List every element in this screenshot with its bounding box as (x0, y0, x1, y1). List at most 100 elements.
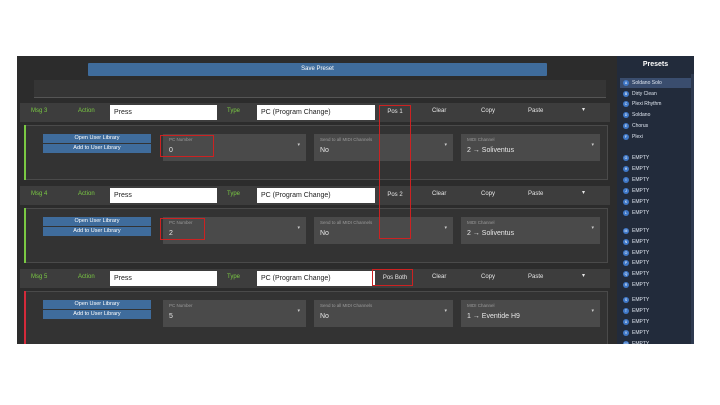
preset-item[interactable]: L EMPTY (620, 208, 692, 218)
preset-item[interactable]: V EMPTY (620, 328, 692, 338)
preset-letter-badge: N (623, 238, 629, 245)
preset-item[interactable]: B Dirty Clean (620, 89, 692, 99)
preset-name: Soldano Solo (632, 80, 662, 86)
preset-name: EMPTY (632, 308, 650, 314)
preset-item[interactable]: H EMPTY (620, 164, 692, 174)
preset-item[interactable]: J EMPTY (620, 186, 692, 196)
add-to-user-library-button[interactable]: Add to User Library (43, 227, 151, 236)
type-field[interactable]: PC (Program Change) (257, 188, 375, 203)
type-label: Type (227, 274, 241, 280)
chevron-down-icon[interactable]: ▾ (582, 189, 585, 196)
preset-letter-badge: O (623, 249, 629, 256)
preset-letter-badge: M (623, 227, 629, 234)
preset-item[interactable]: I EMPTY (620, 175, 692, 185)
preset-item[interactable]: F Plexi (620, 132, 692, 142)
send-all-channels-select[interactable]: Send to all MIDI Channels No ▾ (314, 300, 453, 327)
preset-name: Chorus (632, 123, 649, 129)
preset-item[interactable]: E Chorus (620, 121, 692, 131)
preset-item[interactable]: N EMPTY (620, 237, 692, 247)
type-field[interactable]: PC (Program Change) (257, 271, 375, 286)
preset-letter-badge: D (623, 111, 629, 118)
preset-letter-badge: P (623, 259, 629, 266)
action-field[interactable]: Press (110, 188, 217, 203)
type-field[interactable]: PC (Program Change) (257, 105, 375, 120)
open-user-library-button[interactable]: Open User Library (43, 217, 151, 226)
preset-item[interactable]: D Soldano (620, 110, 692, 120)
preset-item[interactable]: R EMPTY (620, 280, 692, 290)
add-to-user-library-button[interactable]: Add to User Library (43, 310, 151, 319)
preset-item[interactable]: P EMPTY (620, 258, 692, 268)
clear-button[interactable]: Clear (432, 274, 446, 280)
midi-channel-label: MIDI Channel (467, 137, 495, 142)
send-all-channels-select[interactable]: Send to all MIDI Channels No ▾ (314, 217, 453, 244)
paste-button[interactable]: Paste (528, 274, 543, 280)
preset-name: Soldano (632, 112, 651, 118)
preset-letter-badge: T (623, 307, 629, 314)
presets-scrollbar[interactable] (691, 74, 694, 344)
preset-item[interactable]: S EMPTY (620, 295, 692, 305)
preset-item[interactable]: O EMPTY (620, 248, 692, 258)
preset-letter-badge: C (623, 100, 629, 107)
type-label: Type (227, 108, 241, 114)
midi-channel-label: MIDI Channel (467, 303, 495, 308)
preset-item[interactable]: A Soldano Solo (620, 78, 692, 88)
preset-letter-badge: A (623, 79, 629, 86)
preset-name: EMPTY (632, 297, 650, 303)
message-label: Msg 4 (31, 191, 48, 197)
preset-item[interactable]: K EMPTY (620, 197, 692, 207)
paste-button[interactable]: Paste (528, 108, 543, 114)
preset-name: EMPTY (632, 239, 650, 245)
message-body-5: Open User Library Add to User Library PC… (24, 291, 608, 344)
pc-number-label: PC Number (169, 220, 193, 225)
chevron-down-icon: ▾ (444, 308, 447, 314)
pc-number-label: PC Number (169, 137, 193, 142)
pc-number-select[interactable]: PC Number 5 ▾ (163, 300, 306, 327)
preset-letter-badge: L (623, 209, 629, 216)
chevron-down-icon: ▾ (444, 225, 447, 231)
preset-item[interactable]: W EMPTY (620, 339, 692, 344)
copy-button[interactable]: Copy (481, 274, 495, 280)
action-field[interactable]: Press (110, 271, 217, 286)
copy-button[interactable]: Copy (481, 191, 495, 197)
pc-number-value: 5 (169, 313, 173, 320)
send-all-label: Send to all MIDI Channels (320, 137, 373, 142)
open-user-library-button[interactable]: Open User Library (43, 134, 151, 143)
clear-button[interactable]: Clear (432, 108, 446, 114)
preset-name: EMPTY (632, 250, 650, 256)
preset-letter-badge: J (623, 187, 629, 194)
preset-letter-badge: R (623, 281, 629, 288)
midi-channel-select[interactable]: MIDI Channel 1 → Eventide H9 ▾ (461, 300, 600, 327)
chevron-down-icon[interactable]: ▾ (582, 106, 585, 113)
pc-number-select[interactable]: PC Number 2 ▾ (163, 217, 306, 244)
preset-item[interactable]: M EMPTY (620, 226, 692, 236)
copy-button[interactable]: Copy (481, 108, 495, 114)
preset-item[interactable]: Q EMPTY (620, 269, 692, 279)
add-to-user-library-button[interactable]: Add to User Library (43, 144, 151, 153)
preset-item[interactable]: T EMPTY (620, 306, 692, 316)
preset-item[interactable]: U EMPTY (620, 317, 692, 327)
position-button[interactable]: Pos 1 (378, 105, 412, 120)
preset-name: EMPTY (632, 330, 650, 336)
clear-button[interactable]: Clear (432, 191, 446, 197)
save-preset-button[interactable]: Save Preset (88, 63, 547, 76)
chevron-down-icon[interactable]: ▾ (582, 272, 585, 279)
position-button[interactable]: Pos Both (378, 271, 412, 286)
preset-name: EMPTY (632, 319, 650, 325)
message-body-3: Open User Library Add to User Library PC… (24, 125, 608, 180)
preset-item[interactable]: C Plexi Rhythm (620, 99, 692, 109)
pc-number-select[interactable]: PC Number 0 ▾ (163, 134, 306, 161)
position-button[interactable]: Pos 2 (378, 188, 412, 203)
action-field[interactable]: Press (110, 105, 217, 120)
send-all-label: Send to all MIDI Channels (320, 220, 373, 225)
midi-channel-select[interactable]: MIDI Channel 2 → Soliventus ▾ (461, 134, 600, 161)
midi-channel-select[interactable]: MIDI Channel 2 → Soliventus ▾ (461, 217, 600, 244)
chevron-down-icon: ▾ (444, 142, 447, 148)
send-all-channels-select[interactable]: Send to all MIDI Channels No ▾ (314, 134, 453, 161)
preset-letter-badge: U (623, 318, 629, 325)
preset-name: EMPTY (632, 199, 650, 205)
paste-button[interactable]: Paste (528, 191, 543, 197)
preset-name: EMPTY (632, 188, 650, 194)
preset-item[interactable]: G EMPTY (620, 153, 692, 163)
action-label: Action (78, 274, 95, 280)
open-user-library-button[interactable]: Open User Library (43, 300, 151, 309)
